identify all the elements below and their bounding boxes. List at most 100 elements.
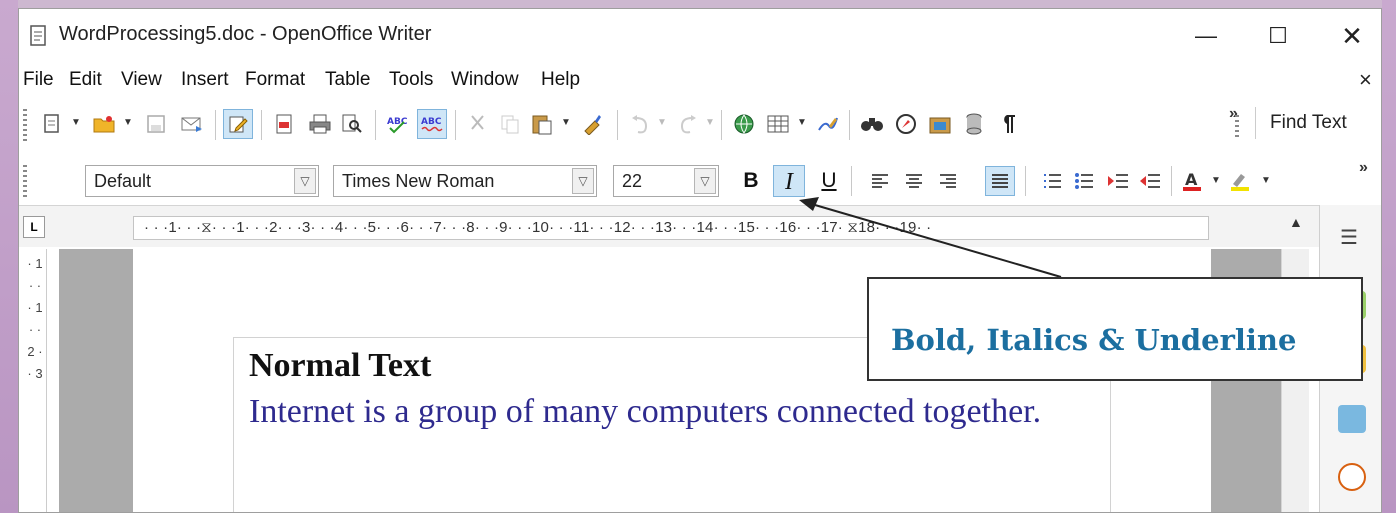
chevron-down-icon[interactable]: ▼: [71, 117, 81, 128]
formatting-marks-icon[interactable]: [993, 109, 1023, 139]
navigator-panel-icon[interactable]: [1338, 463, 1366, 491]
increase-indent-icon[interactable]: [1135, 166, 1165, 196]
copy-icon[interactable]: [495, 109, 525, 139]
title-bar: WordProcessing5.doc - OpenOffice Writer …: [19, 9, 1381, 61]
paragraph-style-combo[interactable]: Default ▽: [85, 165, 319, 197]
menu-file[interactable]: File: [23, 69, 54, 91]
numbering-icon[interactable]: [1037, 166, 1067, 196]
navigator-icon[interactable]: [891, 109, 921, 139]
chevron-down-icon[interactable]: ▼: [1261, 175, 1271, 186]
toolbar-grip[interactable]: [23, 165, 27, 197]
find-text-field[interactable]: Find Text: [1255, 107, 1371, 139]
toolbar-grip[interactable]: [1235, 115, 1239, 137]
menu-tools[interactable]: Tools: [389, 69, 433, 91]
close-document-button[interactable]: ×: [1359, 67, 1372, 93]
edit-mode-icon[interactable]: [223, 109, 253, 139]
undo-icon[interactable]: [625, 109, 655, 139]
svg-text:A: A: [1185, 170, 1198, 189]
writer-window: WordProcessing5.doc - OpenOffice Writer …: [18, 8, 1382, 513]
document-paragraph[interactable]: Internet is a group of many computers co…: [249, 389, 1125, 435]
gallery-panel-icon[interactable]: [1338, 405, 1366, 433]
standard-toolbar: ▼ ▼ ABC ABC ▼ ▼ ▼ ▼ » Find Text: [19, 101, 1381, 149]
vertical-ruler-ticks: · 1 · · · 1 · · 2 · · 3: [27, 256, 43, 381]
spellcheck-icon[interactable]: ABC: [383, 109, 413, 139]
menu-format[interactable]: Format: [245, 69, 305, 91]
menu-window[interactable]: Window: [451, 69, 519, 91]
maximize-button[interactable]: ☐: [1255, 19, 1301, 53]
align-left-icon[interactable]: [865, 166, 895, 196]
table-icon[interactable]: [763, 109, 793, 139]
menu-icon[interactable]: ☰: [1340, 225, 1358, 250]
chevron-down-icon[interactable]: ▼: [1211, 175, 1221, 186]
callout-text: Bold, Italics & Underline: [891, 323, 1297, 357]
background-right: [1382, 0, 1396, 513]
menu-insert[interactable]: Insert: [181, 69, 229, 91]
tab-stop-selector[interactable]: L: [23, 216, 45, 238]
gallery-icon[interactable]: [925, 109, 955, 139]
toolbar-separator: [849, 110, 850, 140]
font-name-value: Times New Roman: [342, 171, 495, 191]
print-preview-icon[interactable]: [337, 109, 367, 139]
paragraph-style-value: Default: [94, 171, 152, 191]
font-size-combo[interactable]: 22 ▽: [613, 165, 719, 197]
toolbar-separator: [721, 110, 722, 140]
find-replace-icon[interactable]: [857, 109, 887, 139]
italic-button[interactable]: I: [773, 165, 805, 197]
font-name-combo[interactable]: Times New Roman ▽: [333, 165, 597, 197]
document-heading[interactable]: Normal Text: [249, 347, 431, 385]
toolbar-separator: [455, 110, 456, 140]
toolbar-separator: [375, 110, 376, 140]
background-left: [0, 0, 18, 513]
toolbar-separator: [617, 110, 618, 140]
save-icon[interactable]: [141, 109, 171, 139]
menu-bar: File Edit View Insert Format Table Tools…: [19, 63, 1381, 97]
chevron-down-icon[interactable]: ▽: [694, 168, 716, 194]
highlighting-icon[interactable]: [1225, 166, 1255, 196]
cut-icon[interactable]: [463, 109, 493, 139]
font-size-value: 22: [622, 171, 643, 191]
chevron-up-icon[interactable]: ▲: [1289, 214, 1303, 230]
decrease-indent-icon[interactable]: [1103, 166, 1133, 196]
clone-formatting-icon[interactable]: [577, 109, 607, 139]
paste-icon[interactable]: [527, 109, 557, 139]
open-folder-icon[interactable]: [89, 109, 119, 139]
justify-icon[interactable]: [985, 166, 1015, 196]
toolbar-separator: [261, 110, 262, 140]
bold-button[interactable]: B: [735, 165, 767, 197]
show-draw-functions-icon[interactable]: [813, 109, 843, 139]
autospellcheck-icon[interactable]: ABC: [417, 109, 447, 139]
toolbar-separator: [851, 166, 852, 196]
menu-table[interactable]: Table: [325, 69, 370, 91]
svg-text:ABC: ABC: [421, 117, 442, 127]
new-document-icon[interactable]: [37, 109, 67, 139]
chevron-down-icon[interactable]: ▼: [561, 117, 571, 128]
svg-text:ABC: ABC: [387, 117, 408, 127]
horizontal-ruler[interactable]: · · ·1· · ·⧖· · ·1· · ·2· · ·3· · ·4· · …: [133, 216, 1209, 240]
window-title: WordProcessing5.doc - OpenOffice Writer: [59, 23, 432, 45]
email-icon[interactable]: [177, 109, 207, 139]
redo-icon[interactable]: [673, 109, 703, 139]
bullets-icon[interactable]: [1069, 166, 1099, 196]
align-center-icon[interactable]: [899, 166, 929, 196]
minimize-button[interactable]: —: [1183, 19, 1229, 53]
chevron-down-icon[interactable]: ▼: [705, 117, 715, 128]
chevron-down-icon[interactable]: ▽: [572, 168, 594, 194]
font-color-icon[interactable]: A: [1177, 166, 1207, 196]
menu-view[interactable]: View: [121, 69, 162, 91]
hyperlink-icon[interactable]: [729, 109, 759, 139]
chevron-down-icon[interactable]: ▼: [657, 117, 667, 128]
chevron-down-icon[interactable]: ▼: [797, 117, 807, 128]
menu-help[interactable]: Help: [541, 69, 580, 91]
print-icon[interactable]: [305, 109, 335, 139]
chevron-down-icon[interactable]: ▼: [123, 117, 133, 128]
chevron-down-icon[interactable]: ▽: [294, 168, 316, 194]
toolbar-overflow-button[interactable]: »: [1359, 159, 1368, 177]
align-right-icon[interactable]: [933, 166, 963, 196]
toolbar-separator: [215, 110, 216, 140]
data-sources-icon[interactable]: [959, 109, 989, 139]
toolbar-grip[interactable]: [23, 109, 27, 141]
export-pdf-icon[interactable]: [269, 109, 299, 139]
close-button[interactable]: ✕: [1329, 19, 1375, 53]
underline-button[interactable]: U: [813, 165, 845, 197]
menu-edit[interactable]: Edit: [69, 69, 102, 91]
